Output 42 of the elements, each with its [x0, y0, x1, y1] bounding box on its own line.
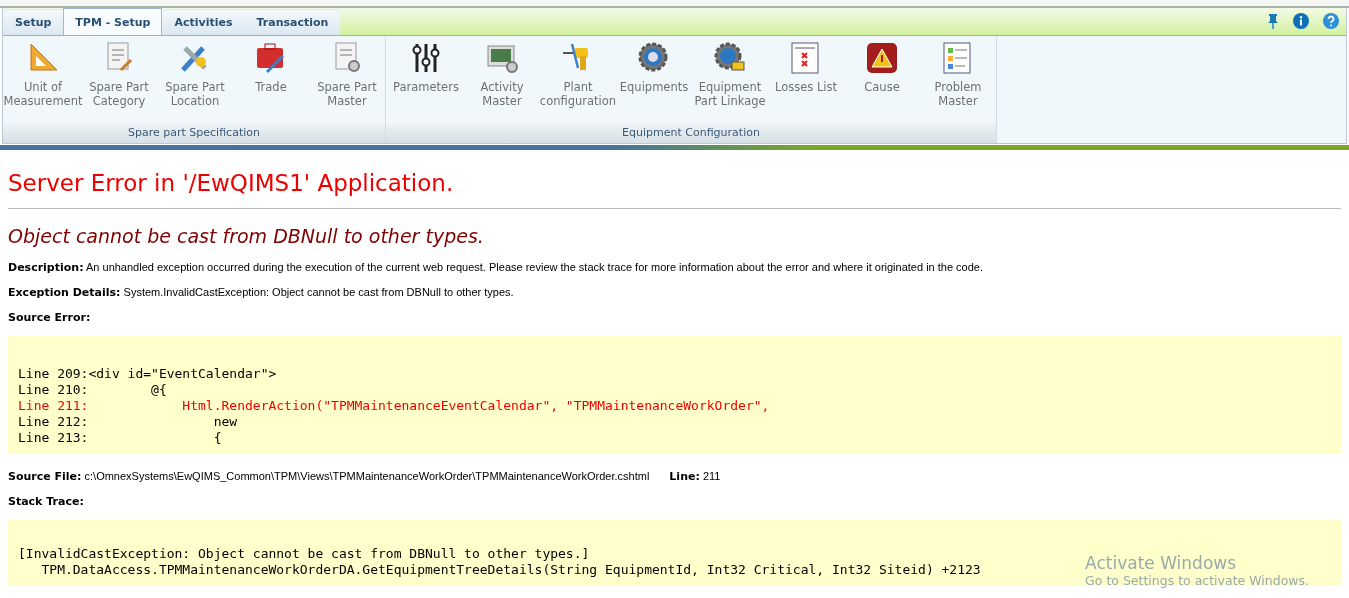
field-value: System.InvalidCastException: Object cannot be cast from DBNull to other types.	[123, 286, 514, 298]
ribbon-button[interactable]: Plant configuration	[540, 36, 616, 123]
code-line: Line 213: {	[18, 430, 223, 446]
field-value: 211	[702, 470, 721, 482]
ribbon-button[interactable]: Spare Part Master	[309, 36, 385, 123]
ribbon-button[interactable]: Cause	[844, 36, 920, 123]
field-label: Description:	[8, 261, 84, 274]
field-value: An unhandled exception occurred during the execution of the current web request. Please review the stack trace for more information about the error and where it originated in the code.	[86, 261, 984, 273]
field-label: Line:	[669, 470, 700, 483]
section-label: Stack Trace:	[8, 495, 84, 508]
ribbon-button[interactable]: Unit of Measurement	[5, 36, 81, 123]
code-line: Line 212: new	[18, 414, 239, 430]
warning-icon	[864, 40, 900, 76]
ribbon-button[interactable]: Spare Part Location	[157, 36, 233, 123]
code-line: Line 209:<div id="EventCalendar">	[18, 366, 278, 382]
ribbon-tab[interactable]: Activities	[162, 9, 245, 35]
ribbon-tab[interactable]: Setup	[3, 9, 64, 35]
ribbon-button[interactable]: Problem Master	[920, 36, 996, 123]
error-message: Object cannot be cast from DBNull to other types.	[8, 225, 485, 247]
error-title: Server Error in '/EwQIMS1' Application.	[8, 170, 455, 196]
field-value: c:\OmnexSystems\EwQIMS_Common\TPM\Views\TPMMaintenanceWorkOrder\TPMMaintenanceWorkOrder.cshtml	[84, 470, 650, 482]
info-icon[interactable]	[1293, 13, 1309, 29]
ribbon-group-title: Equipment Configuration	[386, 123, 996, 143]
ribbon-button[interactable]: Trade	[233, 36, 309, 123]
field-label: Source File:	[8, 470, 82, 483]
activation-title: Activate Windows	[1085, 553, 1238, 573]
ribbon-button[interactable]: Equipment Part Linkage	[692, 36, 768, 123]
pin-icon[interactable]	[1267, 13, 1279, 29]
ribbon-tab[interactable]: Transaction	[244, 9, 341, 35]
ribbon-button[interactable]: Spare Part Category	[81, 36, 157, 123]
code-line: Line 210: @{	[18, 382, 168, 398]
ribbon-button[interactable]: Parameters	[388, 36, 464, 123]
ribbon-button[interactable]: Losses List	[768, 36, 844, 123]
ribbon-button[interactable]: Activity Master	[464, 36, 540, 123]
help-icon[interactable]	[1323, 13, 1339, 29]
field-label: Exception Details:	[8, 286, 121, 299]
ribbon-group-title: Spare part Specification	[3, 123, 385, 143]
code-line: Line 211: Html.RenderAction("TPMMaintenanceEventCalendar", "TPMMaintenanceWorkOrder",	[18, 398, 771, 414]
ribbon-button[interactable]: Equipments	[616, 36, 692, 123]
ribbon-tab[interactable]: TPM - Setup	[63, 8, 163, 35]
activation-subtitle: Go to Settings to activate Windows.	[1085, 573, 1309, 588]
section-label: Source Error:	[8, 311, 91, 324]
